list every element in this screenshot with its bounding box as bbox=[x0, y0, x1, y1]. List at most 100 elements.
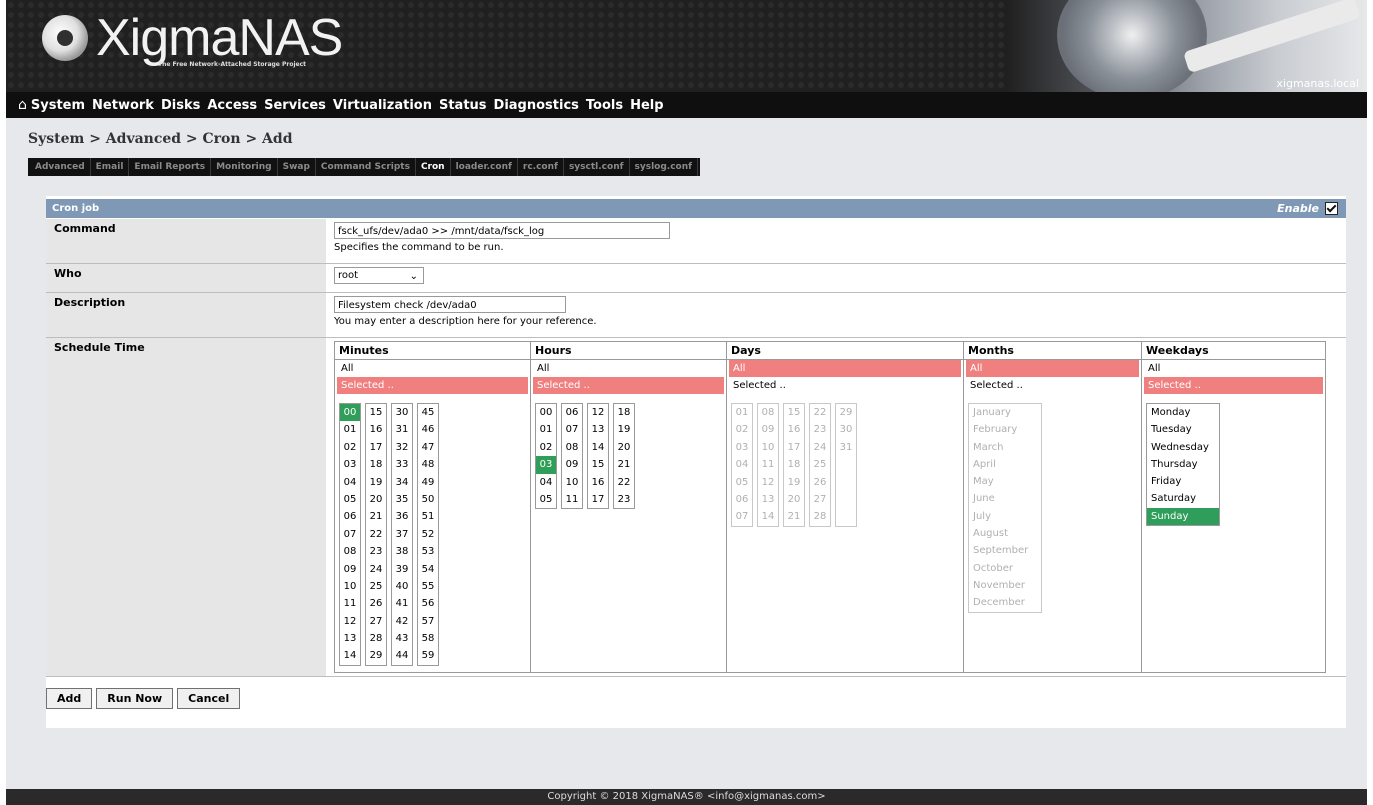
minute-option-17[interactable]: 17 bbox=[366, 439, 386, 456]
tab-email-reports[interactable]: Email Reports bbox=[129, 158, 212, 176]
description-input[interactable]: Filesystem check /dev/ada0 bbox=[334, 296, 566, 313]
day-option-23[interactable]: 23 bbox=[810, 421, 830, 438]
minute-option-52[interactable]: 52 bbox=[418, 526, 438, 543]
hour-option-01[interactable]: 01 bbox=[536, 421, 556, 438]
minute-option-35[interactable]: 35 bbox=[392, 491, 412, 508]
minutes-all-option[interactable]: All bbox=[337, 360, 528, 377]
month-option-may[interactable]: May bbox=[969, 473, 1041, 490]
minute-option-32[interactable]: 32 bbox=[392, 439, 412, 456]
months-selected-option[interactable]: Selected .. bbox=[966, 377, 1139, 394]
hour-option-22[interactable]: 22 bbox=[614, 474, 634, 491]
day-option-29[interactable]: 29 bbox=[836, 404, 856, 421]
month-option-august[interactable]: August bbox=[969, 525, 1041, 542]
nav-tools[interactable]: Tools bbox=[586, 98, 623, 113]
minute-option-26[interactable]: 26 bbox=[366, 595, 386, 612]
day-option-27[interactable]: 27 bbox=[810, 491, 830, 508]
enable-checkbox[interactable] bbox=[1325, 202, 1338, 215]
day-option-07[interactable]: 07 bbox=[732, 508, 752, 525]
nav-system[interactable]: System bbox=[31, 98, 85, 113]
minute-option-08[interactable]: 08 bbox=[340, 543, 360, 560]
hour-option-05[interactable]: 05 bbox=[536, 491, 556, 508]
month-option-september[interactable]: September bbox=[969, 542, 1041, 559]
weekday-option-thursday[interactable]: Thursday bbox=[1147, 456, 1219, 473]
hour-option-18[interactable]: 18 bbox=[614, 404, 634, 421]
hour-option-15[interactable]: 15 bbox=[588, 456, 608, 473]
minute-option-15[interactable]: 15 bbox=[366, 404, 386, 421]
minute-option-48[interactable]: 48 bbox=[418, 456, 438, 473]
month-option-june[interactable]: June bbox=[969, 490, 1041, 507]
minute-option-03[interactable]: 03 bbox=[340, 456, 360, 473]
weekday-option-wednesday[interactable]: Wednesday bbox=[1147, 439, 1219, 456]
minute-option-59[interactable]: 59 bbox=[418, 647, 438, 664]
minute-option-33[interactable]: 33 bbox=[392, 456, 412, 473]
nav-disks[interactable]: Disks bbox=[161, 98, 200, 113]
hours-all-option[interactable]: All bbox=[533, 360, 724, 377]
tab-advanced[interactable]: Advanced bbox=[30, 158, 91, 176]
minute-option-45[interactable]: 45 bbox=[418, 404, 438, 421]
days-selected-option[interactable]: Selected .. bbox=[729, 377, 961, 394]
who-select[interactable]: root ⌄ bbox=[334, 267, 424, 284]
minute-option-21[interactable]: 21 bbox=[366, 508, 386, 525]
weekday-option-tuesday[interactable]: Tuesday bbox=[1147, 421, 1219, 438]
minute-option-54[interactable]: 54 bbox=[418, 561, 438, 578]
minute-option-09[interactable]: 09 bbox=[340, 561, 360, 578]
tab-rc-conf[interactable]: rc.conf bbox=[518, 158, 564, 176]
day-option-02[interactable]: 02 bbox=[732, 421, 752, 438]
hour-option-17[interactable]: 17 bbox=[588, 491, 608, 508]
minute-option-11[interactable]: 11 bbox=[340, 595, 360, 612]
day-option-22[interactable]: 22 bbox=[810, 404, 830, 421]
minute-option-25[interactable]: 25 bbox=[366, 578, 386, 595]
minute-option-02[interactable]: 02 bbox=[340, 439, 360, 456]
hour-option-04[interactable]: 04 bbox=[536, 474, 556, 491]
home-icon[interactable]: ⌂ bbox=[18, 97, 27, 113]
minute-option-30[interactable]: 30 bbox=[392, 404, 412, 421]
month-option-january[interactable]: January bbox=[969, 404, 1041, 421]
tab-monitoring[interactable]: Monitoring bbox=[211, 158, 278, 176]
month-option-april[interactable]: April bbox=[969, 456, 1041, 473]
month-option-december[interactable]: December bbox=[969, 594, 1041, 611]
day-option-01[interactable]: 01 bbox=[732, 404, 752, 421]
day-option-09[interactable]: 09 bbox=[758, 421, 778, 438]
tab-cron[interactable]: Cron bbox=[416, 158, 451, 176]
month-option-july[interactable]: July bbox=[969, 508, 1041, 525]
minute-option-14[interactable]: 14 bbox=[340, 647, 360, 664]
weekday-option-sunday[interactable]: Sunday bbox=[1147, 507, 1219, 526]
day-option-05[interactable]: 05 bbox=[732, 474, 752, 491]
day-option-08[interactable]: 08 bbox=[758, 404, 778, 421]
days-all-option[interactable]: All bbox=[729, 360, 961, 377]
day-option-18[interactable]: 18 bbox=[784, 456, 804, 473]
nav-diagnostics[interactable]: Diagnostics bbox=[494, 98, 579, 113]
minute-option-00[interactable]: 00 bbox=[340, 404, 360, 422]
hour-option-06[interactable]: 06 bbox=[562, 404, 582, 421]
hours-selected-option[interactable]: Selected .. bbox=[533, 377, 724, 394]
minute-option-01[interactable]: 01 bbox=[340, 421, 360, 438]
weekday-option-saturday[interactable]: Saturday bbox=[1147, 490, 1219, 507]
minutes-selected-option[interactable]: Selected .. bbox=[337, 377, 528, 394]
hour-option-02[interactable]: 02 bbox=[536, 439, 556, 456]
hour-option-23[interactable]: 23 bbox=[614, 491, 634, 508]
minute-option-28[interactable]: 28 bbox=[366, 630, 386, 647]
nav-services[interactable]: Services bbox=[264, 98, 326, 113]
hour-option-16[interactable]: 16 bbox=[588, 474, 608, 491]
day-option-16[interactable]: 16 bbox=[784, 421, 804, 438]
months-all-option[interactable]: All bbox=[966, 360, 1139, 377]
minute-option-23[interactable]: 23 bbox=[366, 543, 386, 560]
tab-loader-conf[interactable]: loader.conf bbox=[451, 158, 518, 176]
day-option-15[interactable]: 15 bbox=[784, 404, 804, 421]
month-option-november[interactable]: November bbox=[969, 577, 1041, 594]
minute-option-12[interactable]: 12 bbox=[340, 613, 360, 630]
hour-option-00[interactable]: 00 bbox=[536, 404, 556, 421]
minute-option-56[interactable]: 56 bbox=[418, 595, 438, 612]
minute-option-40[interactable]: 40 bbox=[392, 578, 412, 595]
day-option-28[interactable]: 28 bbox=[810, 508, 830, 525]
hour-option-08[interactable]: 08 bbox=[562, 439, 582, 456]
tab-email[interactable]: Email bbox=[91, 158, 130, 176]
minute-option-24[interactable]: 24 bbox=[366, 561, 386, 578]
hour-option-14[interactable]: 14 bbox=[588, 439, 608, 456]
minute-option-36[interactable]: 36 bbox=[392, 508, 412, 525]
add-button[interactable]: Add bbox=[46, 688, 93, 709]
minute-option-57[interactable]: 57 bbox=[418, 613, 438, 630]
minute-option-47[interactable]: 47 bbox=[418, 439, 438, 456]
minute-option-44[interactable]: 44 bbox=[392, 647, 412, 664]
day-option-19[interactable]: 19 bbox=[784, 474, 804, 491]
